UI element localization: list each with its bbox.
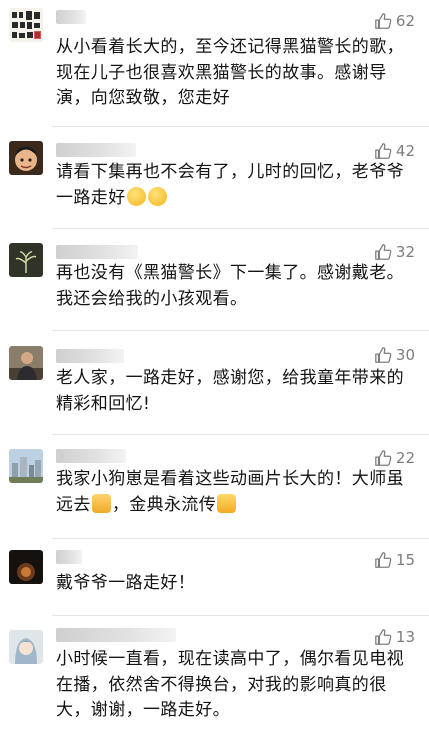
- avatar[interactable]: [9, 346, 43, 380]
- dark-avatar-image: [9, 550, 43, 584]
- like-count: 62: [395, 12, 415, 30]
- avatar[interactable]: [9, 141, 43, 175]
- like-button[interactable]: 13: [374, 628, 415, 646]
- thumbs-up-icon: [375, 143, 392, 159]
- comment-text-body: 请看下集再也不会有了，儿时的回忆，老爷爷一路走好: [56, 162, 404, 208]
- like-button[interactable]: 30: [374, 346, 415, 364]
- comment-item: 15 戴爷爷一路走好！: [0, 539, 429, 615]
- like-count: 13: [395, 628, 415, 646]
- avatar[interactable]: [9, 8, 43, 42]
- like-button[interactable]: 62: [374, 12, 415, 30]
- like-button[interactable]: 42: [374, 142, 415, 160]
- crying-face-icon: [126, 186, 146, 206]
- thumbs-up-icon: [375, 629, 392, 645]
- comment-text: 戴爷爷一路走好！: [56, 573, 196, 593]
- avatar[interactable]: [9, 243, 43, 277]
- like-count: 32: [395, 243, 415, 261]
- thumbs-up-emoji-icon: [217, 493, 237, 513]
- comment-item: 42 请看下集再也不会有了，儿时的回忆，老爷爷一路走好: [0, 127, 429, 227]
- crying-face-icon: [147, 186, 167, 206]
- like-count: 22: [395, 449, 415, 467]
- username[interactable]: [56, 628, 176, 642]
- comment-text-tail: ，金典永流传: [111, 494, 217, 515]
- comment-item: 32 再也没有《黑猫警长》下一集了。感谢戴老。我还会给我的小孩观看。: [0, 229, 429, 329]
- thumbs-up-icon: [375, 450, 392, 466]
- folded-hands-icon: [91, 493, 111, 513]
- comment-text: 老人家，一路走好，感谢您，给我童年带来的精彩和回忆!: [56, 368, 404, 414]
- like-button[interactable]: 32: [374, 243, 415, 261]
- comment-text: 我家小狗崽是看着这些动画片长大的！大师虽远去 ，金典永流传: [56, 467, 411, 518]
- like-count: 42: [395, 142, 415, 160]
- like-count: 15: [395, 551, 415, 569]
- avatar[interactable]: [9, 550, 43, 584]
- username[interactable]: [56, 550, 82, 564]
- comment-text: 小时候一直看，现在读高中了，偶尔看见电视在播，依然舍不得换台，对我的影响真的很大…: [56, 649, 404, 720]
- cartoon-avatar-image: [9, 141, 43, 175]
- thumbs-up-icon: [375, 13, 392, 29]
- comment-item: 22 我家小狗崽是看着这些动画片长大的！大师虽远去 ，金典永流传: [0, 435, 429, 538]
- avatar[interactable]: [9, 449, 43, 483]
- comment-text: 请看下集再也不会有了，儿时的回忆，老爷爷一路走好: [56, 160, 411, 211]
- city-avatar-image: [9, 449, 43, 483]
- comment-text: 再也没有《黑猫警长》下一集了。感谢戴老。我还会给我的小孩观看。: [56, 263, 404, 309]
- like-button[interactable]: 22: [374, 449, 415, 467]
- like-button[interactable]: 15: [374, 551, 415, 569]
- comment-item: 62 从小看着长大的，至今还记得黑猫警长的歌，现在儿子也很喜欢黑猫警长的故事。感…: [0, 0, 429, 122]
- comment-item: 13 小时候一直看，现在读高中了，偶尔看见电视在播，依然舍不得换台，对我的影响真…: [0, 616, 429, 730]
- username[interactable]: [56, 143, 136, 157]
- calligraphy-avatar-image: [9, 8, 43, 42]
- avatar[interactable]: [9, 630, 43, 664]
- anime-avatar-image: [9, 630, 43, 664]
- person-avatar-image: [9, 346, 43, 380]
- username[interactable]: [56, 10, 86, 24]
- thumbs-up-icon: [375, 244, 392, 260]
- comment-item: 30 老人家，一路走好，感谢您，给我童年带来的精彩和回忆!: [0, 331, 429, 433]
- plant-avatar-image: [9, 243, 43, 277]
- username[interactable]: [56, 245, 138, 259]
- username[interactable]: [56, 449, 126, 463]
- like-count: 30: [395, 346, 415, 364]
- username[interactable]: [56, 349, 124, 363]
- thumbs-up-icon: [375, 552, 392, 568]
- thumbs-up-icon: [375, 347, 392, 363]
- comment-text: 从小看着长大的，至今还记得黑猫警长的歌，现在儿子也很喜欢黑猫警长的故事。感谢导演…: [56, 37, 404, 108]
